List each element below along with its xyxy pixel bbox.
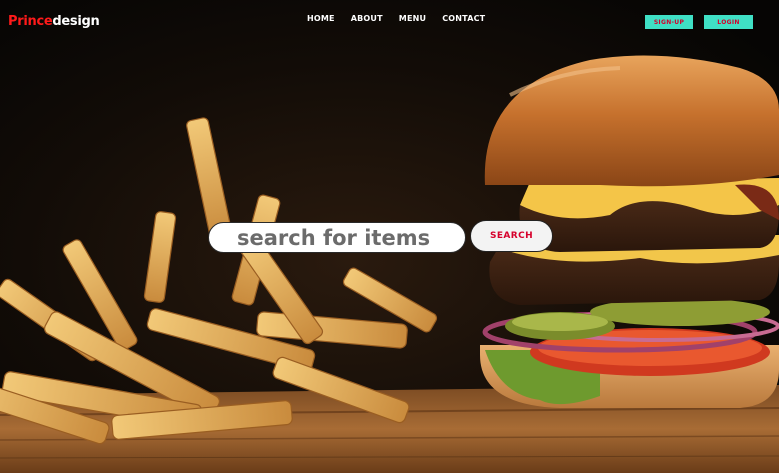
- navbar: Princedesign HOME ABOUT MENU CONTACT SIG…: [0, 0, 779, 44]
- login-button[interactable]: LOGIN: [704, 15, 753, 29]
- nav-about-link[interactable]: ABOUT: [351, 14, 383, 23]
- nav-links: HOME ABOUT MENU CONTACT: [307, 14, 485, 23]
- brand-logo[interactable]: Princedesign: [8, 14, 100, 29]
- nav-menu-link[interactable]: MENU: [399, 14, 426, 23]
- nav-home-link[interactable]: HOME: [307, 14, 335, 23]
- search-input[interactable]: [208, 222, 466, 253]
- search-button[interactable]: SEARCH: [470, 220, 553, 252]
- signup-button[interactable]: SIGN-UP: [645, 15, 693, 29]
- nav-contact-link[interactable]: CONTACT: [442, 14, 485, 23]
- brand-logo-part2: design: [52, 14, 100, 29]
- brand-logo-part1: Prince: [8, 14, 53, 29]
